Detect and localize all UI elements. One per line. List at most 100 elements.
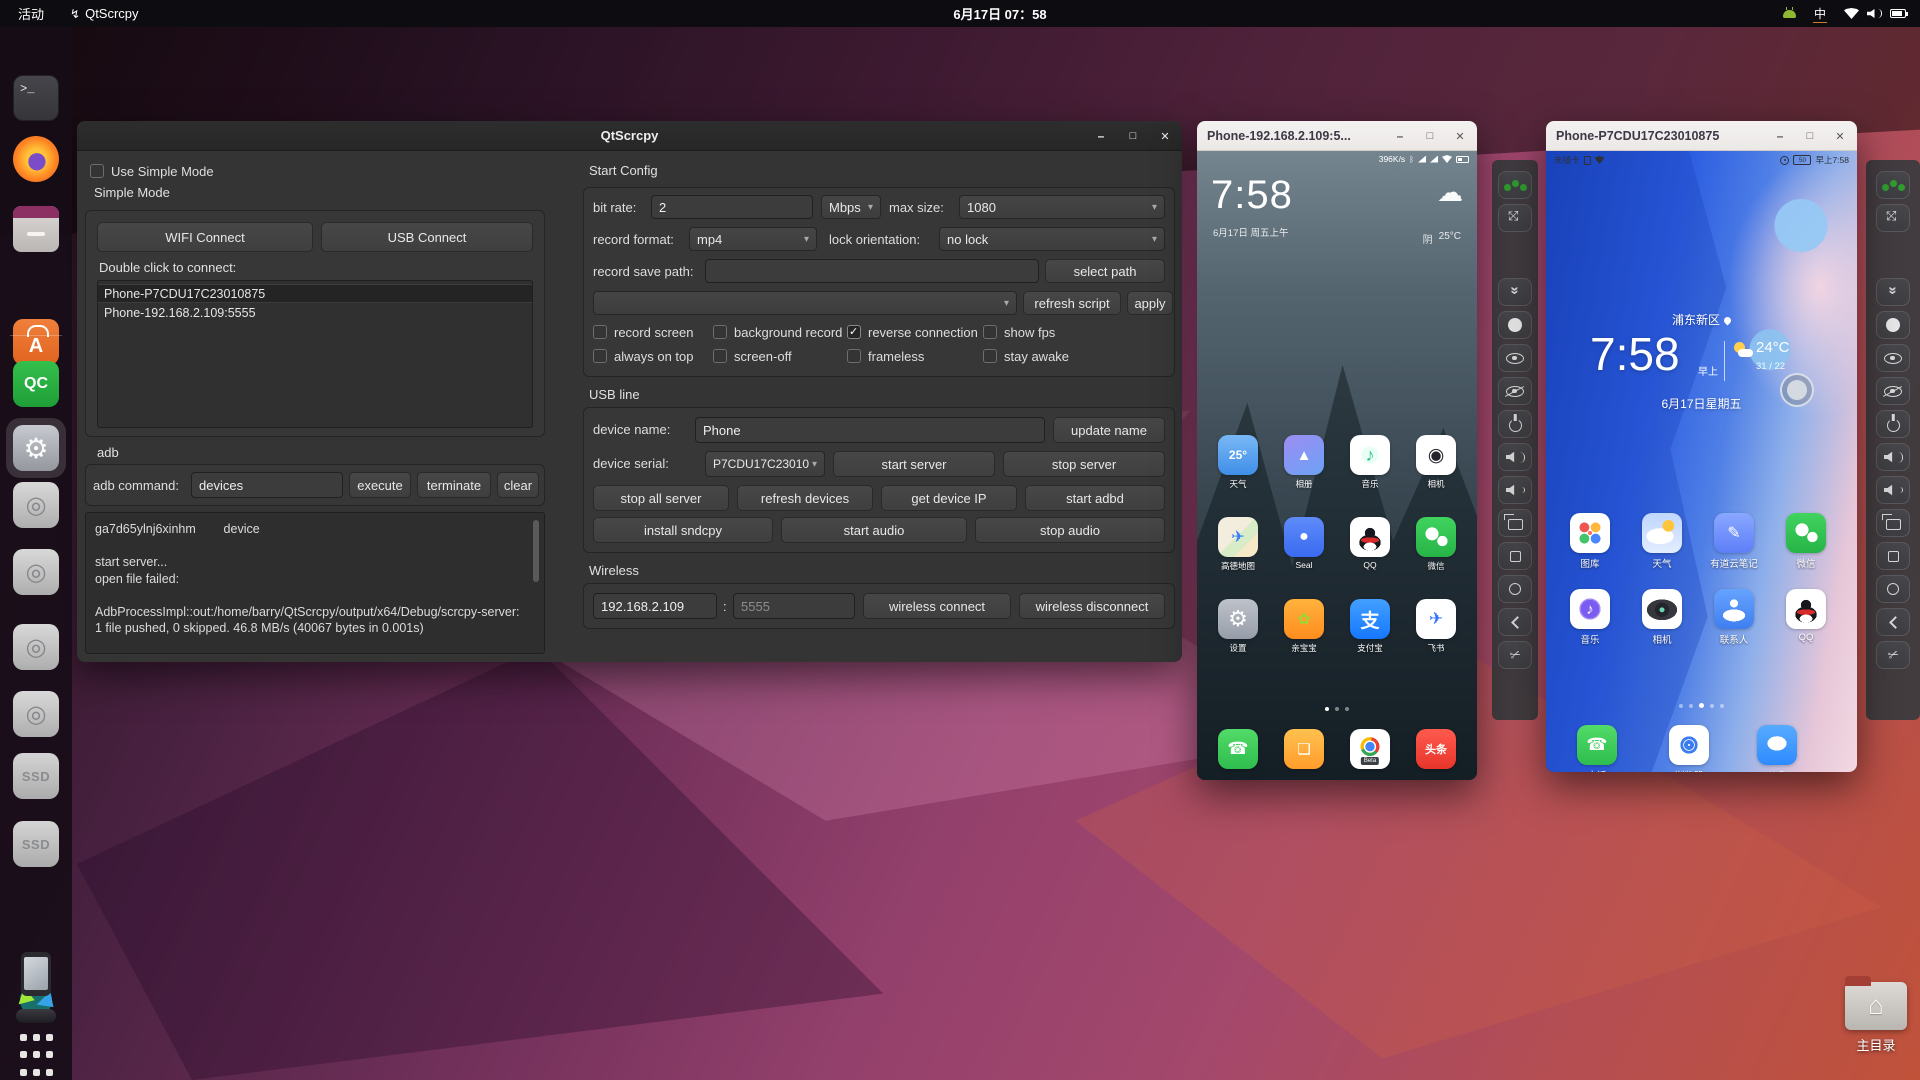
volume-down-button[interactable]: [1876, 476, 1910, 504]
execute-button[interactable]: execute: [349, 472, 411, 498]
focused-app-menu[interactable]: ↯ QtScrcpy: [70, 6, 139, 21]
show-fps-checkbox[interactable]: [983, 325, 997, 339]
dock-item-ssd-2[interactable]: SSD: [13, 821, 59, 867]
bit-rate-unit-combo[interactable]: Mbps ▾: [821, 195, 881, 219]
maximize-button[interactable]: [1801, 127, 1819, 145]
screenshot-button[interactable]: [1876, 641, 1910, 669]
dock-app-phone[interactable]: ☎: [1218, 729, 1258, 769]
power-button[interactable]: [1876, 410, 1910, 438]
app-alipay[interactable]: 支支付宝: [1350, 599, 1390, 681]
full-screen-button[interactable]: [1498, 204, 1532, 232]
volume-up-button[interactable]: [1498, 443, 1532, 471]
dock-app-messages[interactable]: 信息: [1757, 725, 1797, 772]
stop-audio-button[interactable]: stop audio: [975, 517, 1165, 543]
lock-orientation-combo[interactable]: no lock ▾: [939, 227, 1165, 251]
group-control-button[interactable]: [1498, 171, 1532, 199]
dock-item-files[interactable]: [13, 206, 59, 252]
phone2-titlebar[interactable]: Phone-P7CDU17C23010875: [1546, 121, 1857, 151]
close-button[interactable]: [1451, 127, 1469, 145]
refresh-devices-button[interactable]: refresh devices: [737, 485, 873, 511]
dock-app-chrome-beta[interactable]: Beta: [1350, 729, 1390, 769]
record-format-combo[interactable]: mp4 ▾: [689, 227, 817, 251]
clear-button[interactable]: clear: [497, 472, 539, 498]
app-wechat[interactable]: 微信: [1786, 513, 1826, 589]
script-combo[interactable]: ▾: [593, 291, 1017, 315]
dock-item-disk-2[interactable]: ◎: [13, 549, 59, 595]
dock-item-qtcreator[interactable]: QC: [13, 361, 59, 407]
app-qq[interactable]: QQ: [1786, 589, 1826, 665]
phone1-screen[interactable]: 396K/s ᛒ 7:58 6月17日 周五上午 ☁ 阴 25°C 25° 天气 ▲…: [1197, 151, 1477, 780]
menu-button[interactable]: [1876, 542, 1910, 570]
dock-item-terminal[interactable]: >_: [13, 75, 59, 121]
wireless-port-input[interactable]: 5555: [733, 593, 855, 619]
start-adbd-button[interactable]: start adbd: [1025, 485, 1165, 511]
app-seal[interactable]: ● Seal: [1284, 517, 1324, 599]
app-qq[interactable]: QQ: [1350, 517, 1390, 599]
wireless-ip-input[interactable]: 192.168.2.109: [593, 593, 717, 619]
dock-item-disk-4[interactable]: ◎: [13, 691, 59, 737]
touch-ball-button[interactable]: [1498, 311, 1532, 339]
app-yinyue[interactable]: ♪ 音乐: [1570, 589, 1610, 665]
select-path-button[interactable]: select path: [1045, 259, 1165, 283]
close-button[interactable]: [1831, 127, 1849, 145]
adb-log-output[interactable]: ga7d65ylnj6xinhm device start server... …: [85, 512, 545, 654]
stop-server-button[interactable]: stop server: [1003, 451, 1165, 477]
wireless-connect-button[interactable]: wireless connect: [863, 593, 1011, 619]
wifi-connect-button[interactable]: WIFI Connect: [97, 222, 313, 252]
dock-app-browser[interactable]: 浏览器: [1669, 725, 1709, 772]
back-button[interactable]: [1498, 608, 1532, 636]
assistive-ball[interactable]: [1780, 373, 1814, 407]
screen-on-button[interactable]: [1498, 344, 1532, 372]
back-button[interactable]: [1876, 608, 1910, 636]
apply-button[interactable]: apply: [1127, 291, 1173, 315]
minimize-button[interactable]: [1771, 127, 1789, 145]
phone2-screen[interactable]: 未插卡 50 早上7:58 浦东新区 7:58 早上 24°C 31 / 22 …: [1546, 151, 1857, 772]
desktop-home-folder[interactable]: ⌂ 主目录: [1836, 976, 1916, 1054]
app-xiangji[interactable]: 相机: [1642, 589, 1682, 665]
stop-all-server-button[interactable]: stop all server: [593, 485, 729, 511]
minimize-button[interactable]: [1092, 127, 1110, 145]
screen-off-button[interactable]: [1876, 377, 1910, 405]
app-shezhi[interactable]: ⚙ 设置: [1218, 599, 1258, 681]
touch-ball-button[interactable]: [1876, 311, 1910, 339]
app-feishu[interactable]: ✈ 飞书: [1416, 599, 1456, 681]
android-tray-icon[interactable]: [1782, 6, 1796, 18]
screen-off-checkbox[interactable]: [713, 349, 727, 363]
frameless-checkbox[interactable]: [847, 349, 861, 363]
dock-item-show-applications[interactable]: [13, 1032, 59, 1078]
app-wechat[interactable]: 微信: [1416, 517, 1456, 599]
app-tianqi[interactable]: 天气: [1642, 513, 1682, 589]
record-screen-checkbox[interactable]: [593, 325, 607, 339]
maximize-button[interactable]: [1421, 127, 1439, 145]
volume-up-button[interactable]: [1876, 443, 1910, 471]
expand-collapse-button[interactable]: [1498, 278, 1532, 306]
app-yinyue[interactable]: ♪ 音乐: [1350, 435, 1390, 517]
device-name-input[interactable]: Phone: [695, 417, 1045, 443]
volume-down-button[interactable]: [1498, 476, 1532, 504]
reverse-connection-checkbox[interactable]: [847, 325, 861, 339]
dock-item-firefox[interactable]: [13, 136, 59, 182]
minimize-button[interactable]: [1391, 127, 1409, 145]
home-button[interactable]: [1876, 575, 1910, 603]
dock-item-device-tray[interactable]: [16, 1009, 56, 1023]
clock-menu[interactable]: 6月17日 07：58: [953, 0, 1046, 27]
install-sndcpy-button[interactable]: install sndcpy: [593, 517, 773, 543]
app-switch-button[interactable]: [1498, 509, 1532, 537]
screen-on-button[interactable]: [1876, 344, 1910, 372]
dock-item-qtscrcpy-active[interactable]: ⚙: [13, 425, 59, 471]
dock-item-ubuntu-software[interactable]: A: [13, 319, 59, 365]
group-control-button[interactable]: [1876, 171, 1910, 199]
window-titlebar[interactable]: QtScrcpy: [77, 121, 1182, 151]
device-list-item[interactable]: Phone-192.168.2.109:5555: [98, 303, 532, 322]
phone1-titlebar[interactable]: Phone-192.168.2.109:5...: [1197, 121, 1477, 151]
close-button[interactable]: [1156, 127, 1174, 145]
always-on-top-checkbox[interactable]: [593, 349, 607, 363]
log-scrollbar[interactable]: [533, 520, 539, 582]
app-switch-button[interactable]: [1876, 509, 1910, 537]
maximize-button[interactable]: [1124, 127, 1142, 145]
app-youdao[interactable]: ✎ 有道云笔记: [1710, 513, 1758, 589]
background-record-checkbox[interactable]: [713, 325, 727, 339]
usb-connect-button[interactable]: USB Connect: [321, 222, 533, 252]
app-qinbaobao[interactable]: ✿ 亲宝宝: [1284, 599, 1324, 681]
menu-button[interactable]: [1498, 542, 1532, 570]
